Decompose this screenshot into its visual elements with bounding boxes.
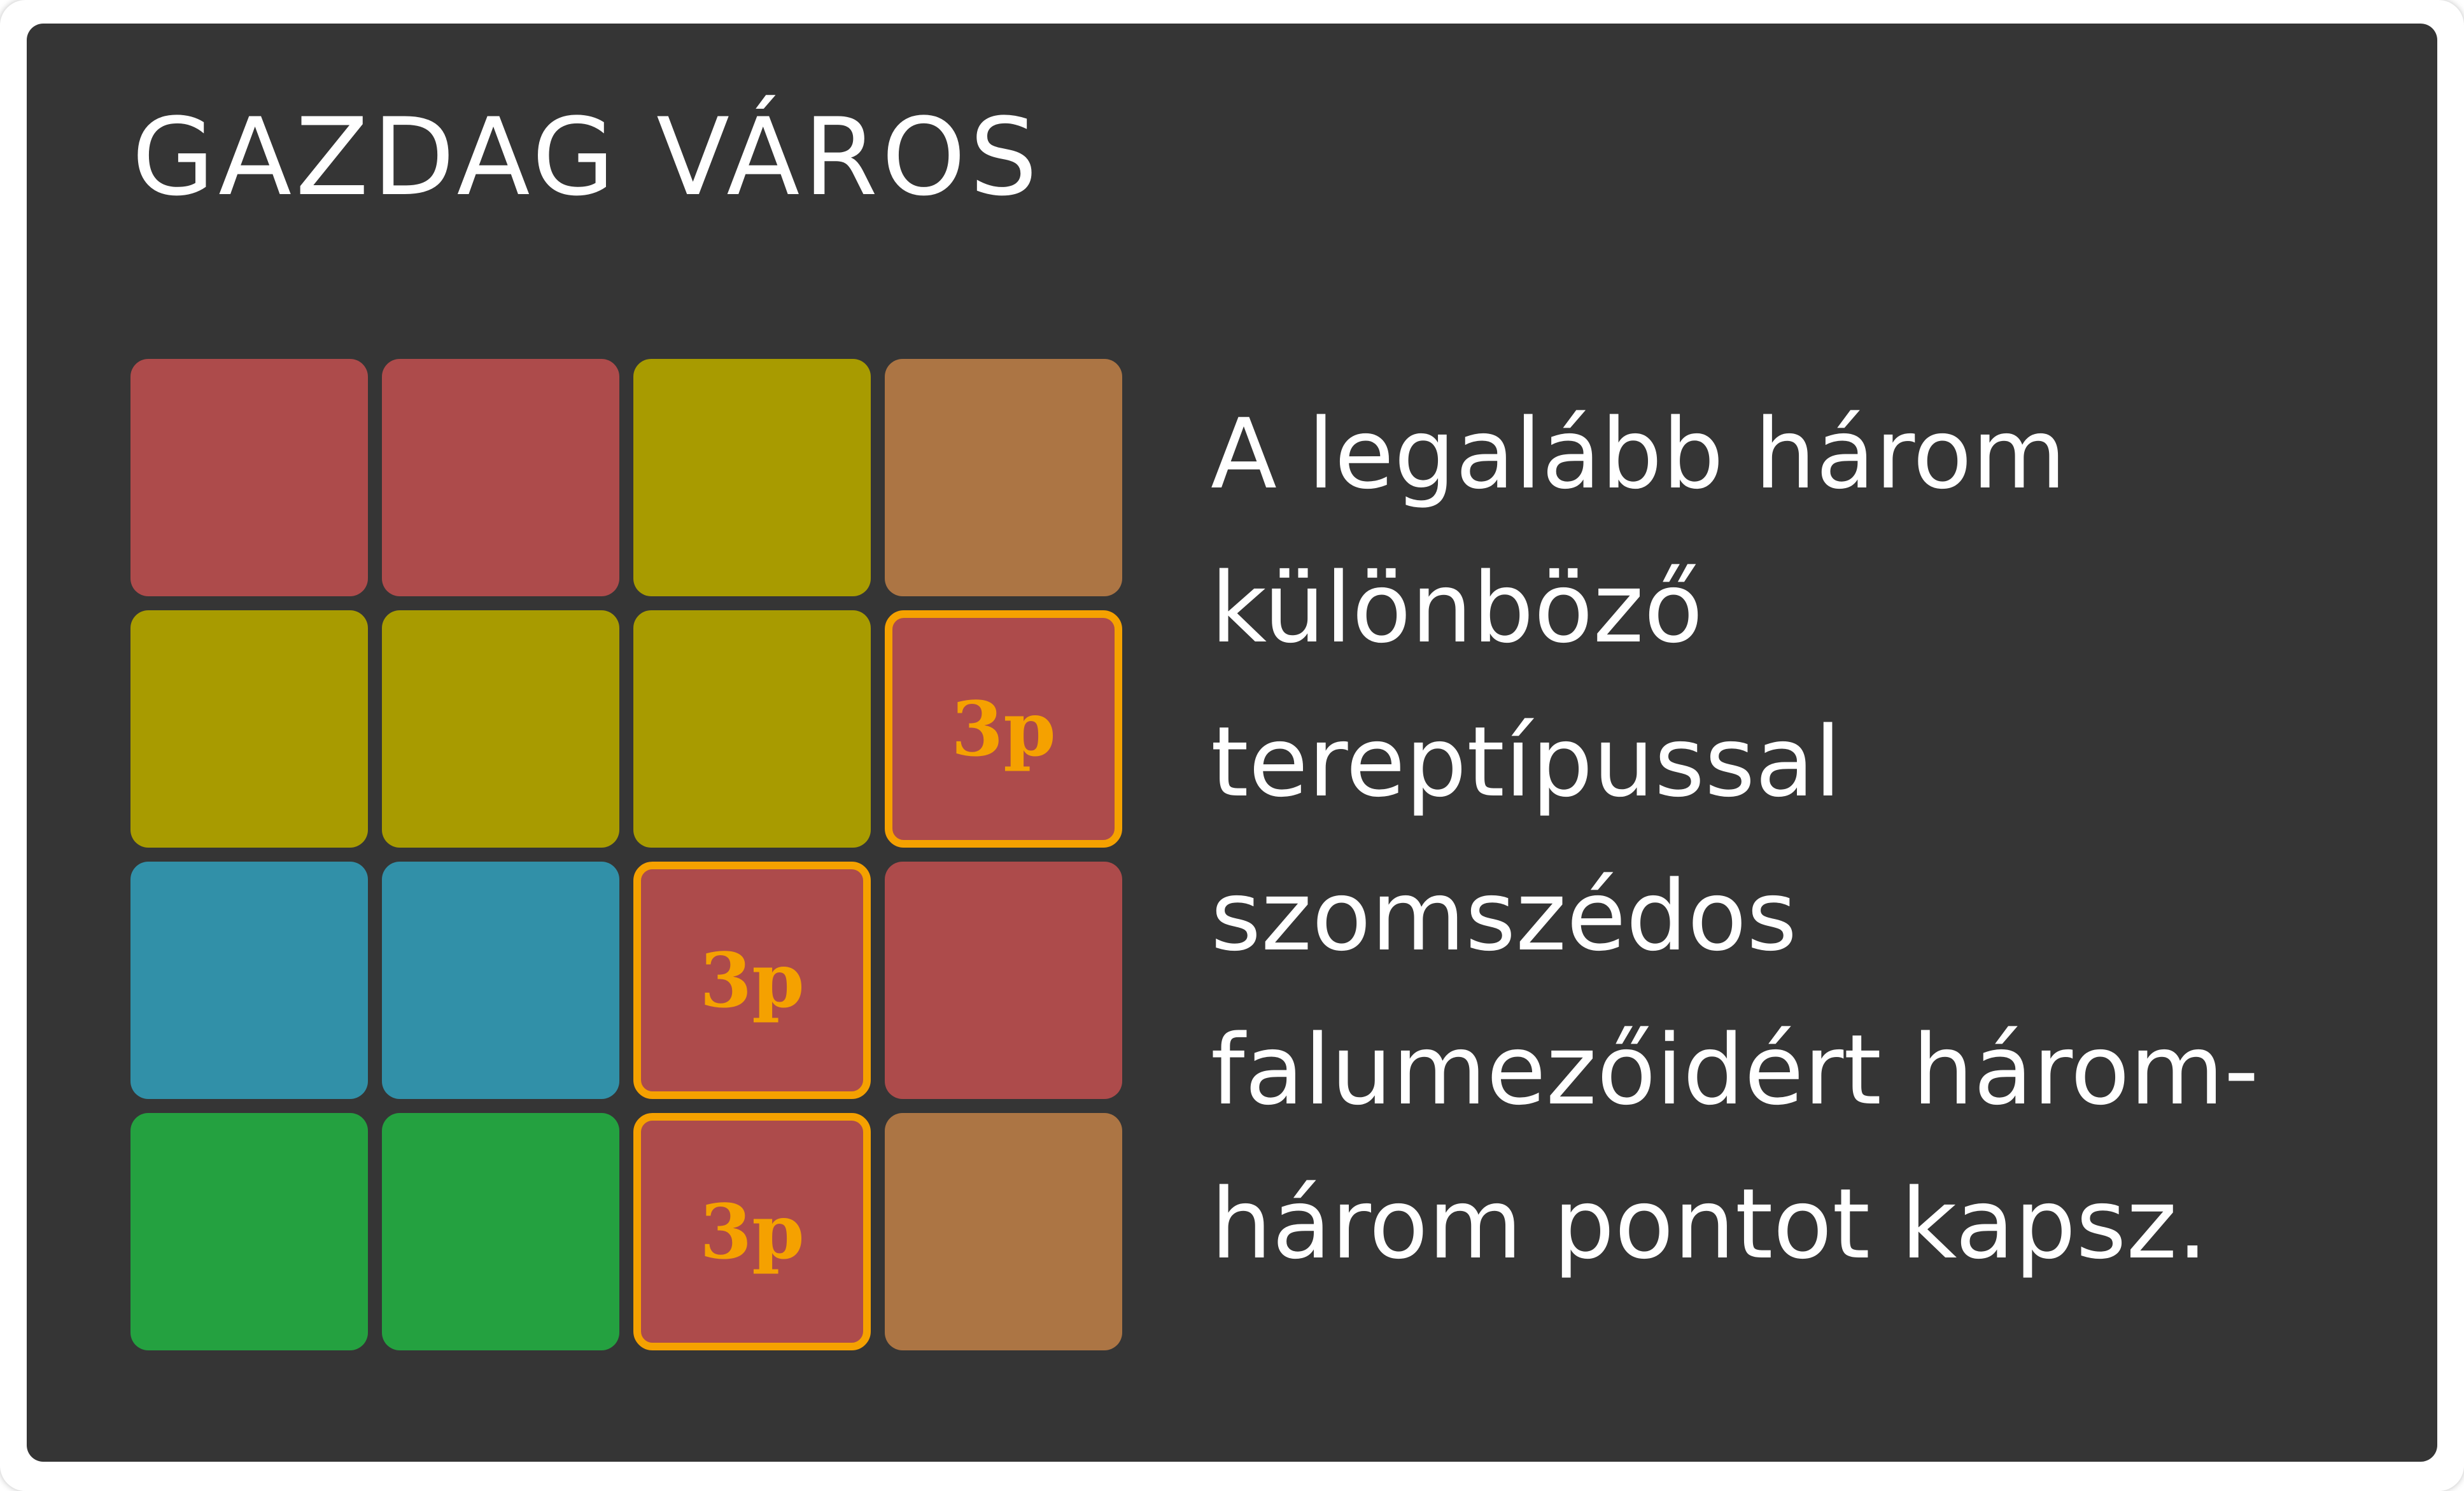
terrain-cell-forest bbox=[382, 1113, 619, 1350]
points-label: 3p bbox=[700, 935, 805, 1025]
terrain-cell-village bbox=[885, 862, 1122, 1099]
terrain-cell-farm bbox=[633, 610, 871, 848]
terrain-cell-farm bbox=[633, 359, 871, 596]
terrain-cell-village-scored: 3p bbox=[885, 610, 1122, 848]
terrain-grid: 3p 3p 3p bbox=[130, 359, 1137, 1366]
terrain-cell-village-scored: 3p bbox=[633, 1113, 871, 1350]
terrain-cell-wasteland bbox=[885, 1113, 1122, 1350]
terrain-cell-village bbox=[130, 359, 368, 596]
terrain-cell-village bbox=[382, 359, 619, 596]
rule-line: tereptípussal bbox=[1211, 706, 1841, 818]
rule-line: falumezőidért három- bbox=[1211, 1014, 2259, 1126]
points-label: 3p bbox=[700, 1187, 805, 1276]
card-title: GAZDAG VÁROS bbox=[132, 95, 1041, 220]
terrain-cell-wasteland bbox=[885, 359, 1122, 596]
rule-description: A legalább három különböző tereptípussal sz… bbox=[1211, 377, 2439, 1301]
terrain-cell-water bbox=[130, 862, 368, 1099]
terrain-cell-village-scored: 3p bbox=[633, 862, 871, 1099]
terrain-cell-farm bbox=[382, 610, 619, 848]
terrain-cell-farm bbox=[130, 610, 368, 848]
rule-line: három pontot kapsz. bbox=[1211, 1168, 2208, 1280]
rule-line: A legalább három bbox=[1211, 398, 2067, 510]
card-frame: GAZDAG VÁROS 3p 3p 3p A legalább három külö… bbox=[0, 0, 2464, 1491]
rule-line: különböző bbox=[1211, 552, 1703, 664]
scoring-card: GAZDAG VÁROS 3p 3p 3p A legalább három külö… bbox=[27, 24, 2437, 1462]
terrain-cell-water bbox=[382, 862, 619, 1099]
points-label: 3p bbox=[951, 684, 1056, 773]
terrain-cell-forest bbox=[130, 1113, 368, 1350]
rule-line: szomszédos bbox=[1211, 860, 1798, 972]
